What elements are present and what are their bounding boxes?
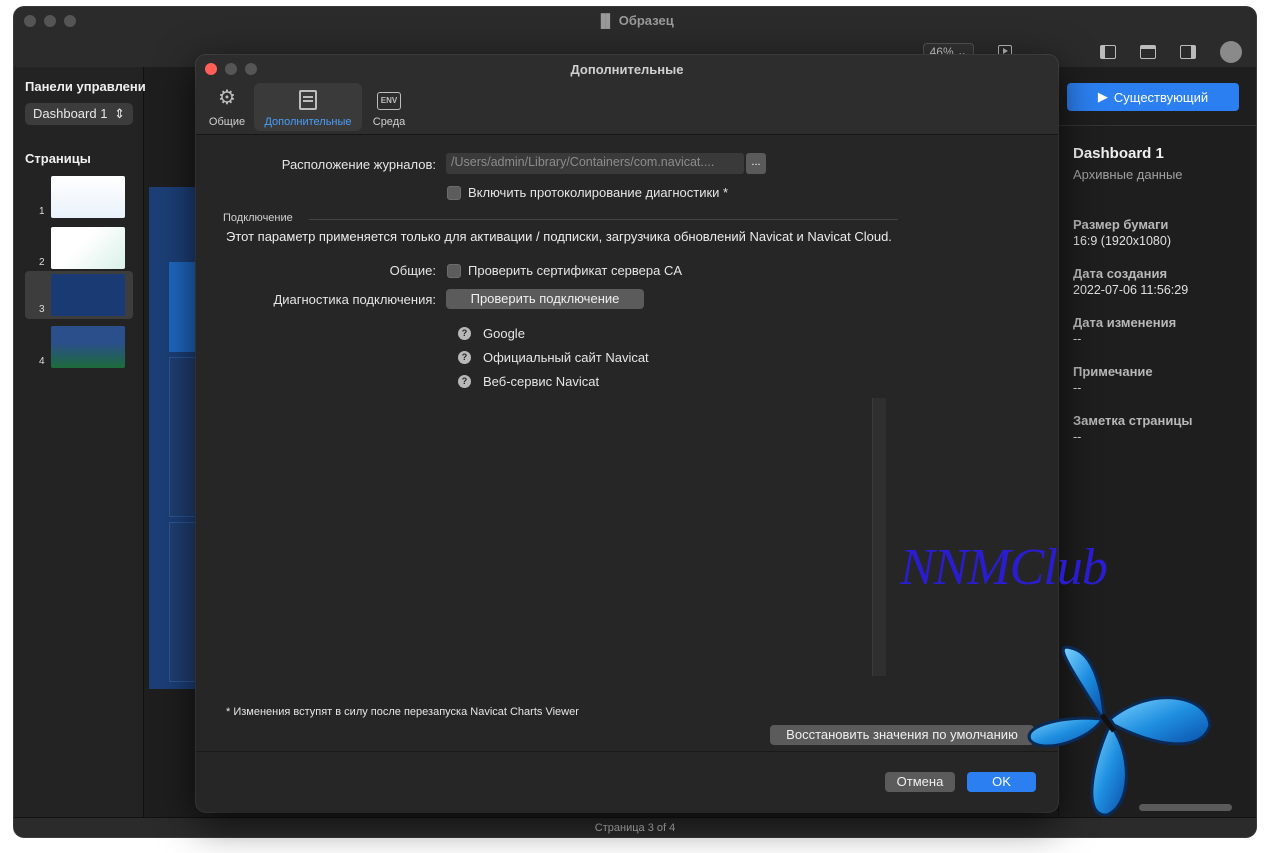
dialog-body: Расположение журналов: /Users/admin/Libr… [196,136,1058,752]
play-icon: ▶ [1097,89,1108,104]
page-thumbnail[interactable]: 2 [25,224,133,272]
page-number: 4 [39,356,45,367]
existing-button[interactable]: ▶ Существующий [1067,83,1239,111]
vertical-scrollbar[interactable] [872,398,886,676]
enable-diagnostics-checkbox[interactable] [447,185,461,200]
tab-general[interactable]: ⚙ Общие [200,83,254,131]
toggle-left-panel-icon[interactable] [1100,45,1116,59]
cancel-button[interactable]: Отмена [885,772,955,792]
created-value: 2022-07-06 11:56:29 [1073,283,1189,297]
dialog-title: Дополнительные [570,62,684,77]
page-preview [51,274,125,316]
dashboard-canvas[interactable] [149,187,197,689]
diag-target-item: ? Официальный сайт Navicat [458,350,649,365]
pages-title: Страницы [25,151,91,166]
tab-environment[interactable]: ENV Среда [362,83,416,131]
tab-label: Дополнительные [264,116,352,128]
watermark-text: NNMClub [900,539,1108,596]
verify-cert-checkbox[interactable] [447,263,461,278]
verify-cert-row[interactable]: Проверить сертификат сервера CA [447,263,682,278]
page-note-label: Заметка страницы [1073,413,1193,428]
dashboard-subtitle: Архивные данные [1073,167,1183,182]
diag-target-label: Веб-сервис Navicat [483,374,600,389]
canvas-card [169,357,197,517]
page-number: 3 [39,304,45,315]
preferences-dialog: Дополнительные ⚙ Общие Дополнительные EN… [196,55,1058,812]
chart-logo-icon: ▐▌ [596,13,615,28]
divider [1059,125,1256,126]
dashboard-select-value: Dashboard 1 [33,106,108,121]
updown-chevron-icon: ⇕ [114,106,125,121]
diag-target-item: ? Веб-сервис Navicat [458,374,599,389]
window-title-text: Образец [618,13,674,28]
question-icon: ? [458,327,471,340]
page-preview [51,227,125,269]
paper-size-label: Размер бумаги [1073,217,1169,232]
gear-icon: ⚙ [218,87,236,109]
note-label: Примечание [1073,364,1153,379]
document-icon [299,90,317,110]
page-note-value: -- [1073,430,1082,444]
page-preview [51,176,125,218]
enable-diagnostics-row[interactable]: Включить протоколирование диагностики * [447,185,728,200]
dashboard-name: Dashboard 1 [1073,145,1164,162]
diag-target-label: Официальный сайт Navicat [483,350,649,365]
status-bar: Страница 3 of 4 [14,817,1256,837]
connection-description: Этот параметр применяется только для акт… [226,229,892,244]
page-number: 1 [39,206,45,217]
tab-label: Среда [372,116,406,128]
page-thumbnail[interactable]: 1 [25,173,133,221]
env-icon: ENV [376,92,402,110]
window-title: ▐▌ Образец [14,13,1256,28]
dashboard-select[interactable]: Dashboard 1 ⇕ [25,103,133,125]
log-location-label: Расположение журналов: [281,157,436,172]
existing-button-label: Существующий [1113,89,1209,105]
connection-section-title: Подключение [223,212,293,224]
modified-value: -- [1073,332,1082,346]
question-icon: ? [458,375,471,388]
question-icon: ? [458,351,471,364]
browse-button[interactable]: ... [746,153,766,174]
restore-defaults-button[interactable]: Восстановить значения по умолчанию [770,725,1034,745]
note-value: -- [1073,381,1082,395]
verify-cert-label: Проверить сертификат сервера CA [468,263,683,278]
left-sidebar: Панели управлени Dashboard 1 ⇕ Страницы … [14,67,146,817]
diag-target-label: Google [483,326,525,341]
log-location-field[interactable]: /Users/admin/Library/Containers/com.navi… [446,153,744,174]
modified-label: Дата изменения [1073,315,1177,330]
diag-target-item: ? Google [458,326,525,341]
page-preview [51,326,125,368]
footer-divider [196,751,1058,752]
tab-advanced[interactable]: Дополнительные [254,83,362,131]
canvas-card [169,522,197,682]
toggle-top-panel-icon[interactable] [1140,45,1156,59]
dialog-header: Дополнительные ⚙ Общие Дополнительные EN… [196,55,1058,135]
page-number: 2 [39,257,45,268]
dashboards-title: Панели управлени [25,79,146,94]
connection-diagnostics-label: Диагностика подключения: [273,292,436,307]
page-thumbnail[interactable]: 4 [25,323,133,371]
page-thumbnail-selected[interactable]: 3 [25,271,133,319]
preferences-tabs: ⚙ Общие Дополнительные ENV Среда [200,83,416,131]
canvas-card [169,262,197,352]
user-avatar[interactable] [1220,41,1242,63]
check-connection-button[interactable]: Проверить подключение [446,289,644,309]
general-label: Общие: [389,263,436,278]
paper-size-value: 16:9 (1920x1080) [1073,234,1171,248]
created-label: Дата создания [1073,266,1168,281]
toggle-right-panel-icon[interactable] [1180,45,1196,59]
enable-diagnostics-label: Включить протоколирование диагностики * [468,185,729,200]
restart-note: * Изменения вступят в силу после перезап… [226,706,579,718]
tab-label: Общие [208,116,246,128]
section-divider [309,219,898,220]
butterfly-image [1027,645,1212,817]
